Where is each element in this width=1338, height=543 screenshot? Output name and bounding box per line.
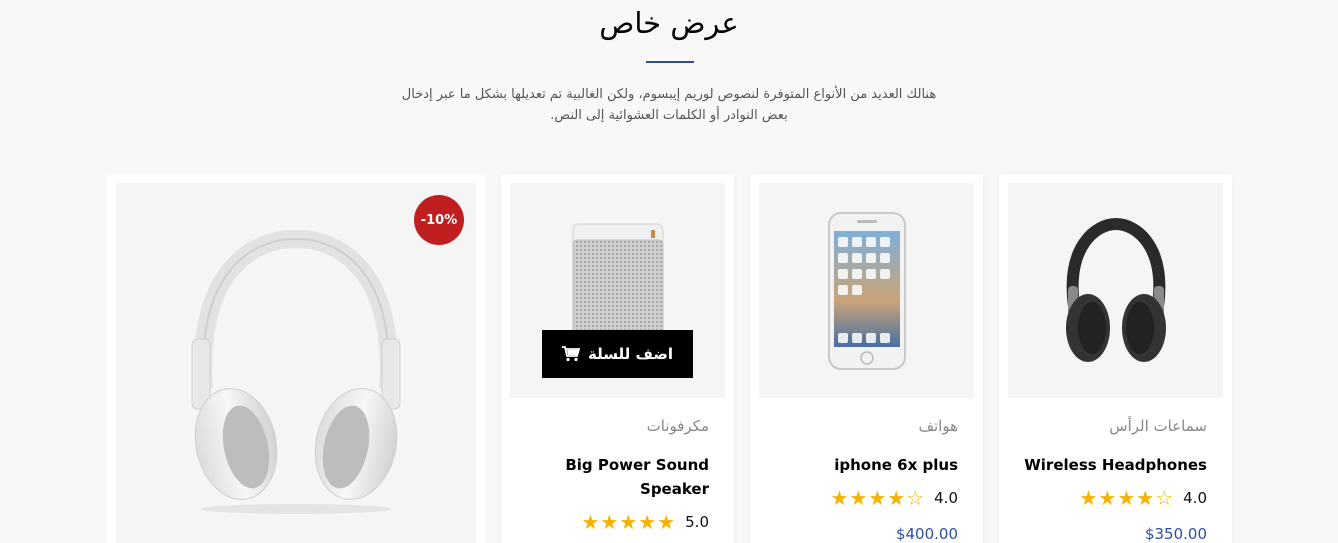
product-name[interactable]: Wireless Headphones xyxy=(1024,453,1207,477)
product-name[interactable]: Big Power Sound Speaker xyxy=(526,453,709,501)
star-full-icon: ★ xyxy=(638,510,657,534)
iphone-image xyxy=(827,211,906,370)
cart-icon xyxy=(562,346,581,362)
star-full-icon: ★ xyxy=(868,486,887,510)
product-category: سماعات الرأس xyxy=(1109,417,1207,435)
product-category: مكرفونات xyxy=(646,417,709,435)
black-headphones-image xyxy=(1065,217,1166,362)
rating-stars: ★ ★ ★ ★ ★ xyxy=(581,512,675,532)
add-to-cart-button[interactable]: اضف للسلة xyxy=(542,330,693,378)
product-card-iphone[interactable]: هواتف iphone 6x plus ★ ★ ★ ★ ☆ 4.0 $400.00 xyxy=(750,174,983,543)
star-full-icon: ★ xyxy=(887,486,906,510)
rating-stars: ★ ★ ★ ★ ☆ xyxy=(830,488,924,508)
product-card-headphones[interactable]: سماعات الرأس Wireless Headphones ★ ★ ★ ★ ☆ 4… xyxy=(999,174,1232,543)
product-rating: ★ ★ ★ ★ ☆ 4.0 xyxy=(1079,488,1207,508)
product-image[interactable] xyxy=(759,183,974,398)
rating-value: 4.0 xyxy=(1183,489,1207,507)
rating-value: 5.0 xyxy=(685,513,709,531)
rating-value: 4.0 xyxy=(934,489,958,507)
star-full-icon: ★ xyxy=(849,486,868,510)
product-name[interactable]: iphone 6x plus xyxy=(775,453,958,477)
rating-stars: ★ ★ ★ ★ ☆ xyxy=(1079,488,1173,508)
add-to-cart-label: اضف للسلة xyxy=(588,345,673,363)
star-full-icon: ★ xyxy=(830,486,849,510)
star-full-icon: ★ xyxy=(657,510,676,534)
section-description: هنالك العديد من الأنواع المتوفرة لنصوص ل… xyxy=(401,87,937,123)
product-rating: ★ ★ ★ ★ ★ 5.0 xyxy=(581,512,709,532)
star-full-icon: ★ xyxy=(581,510,600,534)
section-title: عرض خاص xyxy=(599,6,739,40)
white-headphones-image xyxy=(191,229,401,514)
star-empty-icon: ☆ xyxy=(1155,486,1174,510)
discount-badge: -10% xyxy=(414,195,464,245)
product-image[interactable] xyxy=(1008,183,1223,398)
product-rating: ★ ★ ★ ★ ☆ 4.0 xyxy=(830,488,958,508)
star-full-icon: ★ xyxy=(619,510,638,534)
star-full-icon: ★ xyxy=(600,510,619,534)
product-category: هواتف xyxy=(918,417,958,435)
star-full-icon: ★ xyxy=(1117,486,1136,510)
product-price: $350.00 xyxy=(1144,525,1207,543)
star-full-icon: ★ xyxy=(1098,486,1117,510)
star-full-icon: ★ xyxy=(1079,486,1098,510)
star-empty-icon: ☆ xyxy=(906,486,925,510)
product-price: $400.00 xyxy=(895,525,958,543)
title-underline xyxy=(646,61,694,63)
star-full-icon: ★ xyxy=(1136,486,1155,510)
